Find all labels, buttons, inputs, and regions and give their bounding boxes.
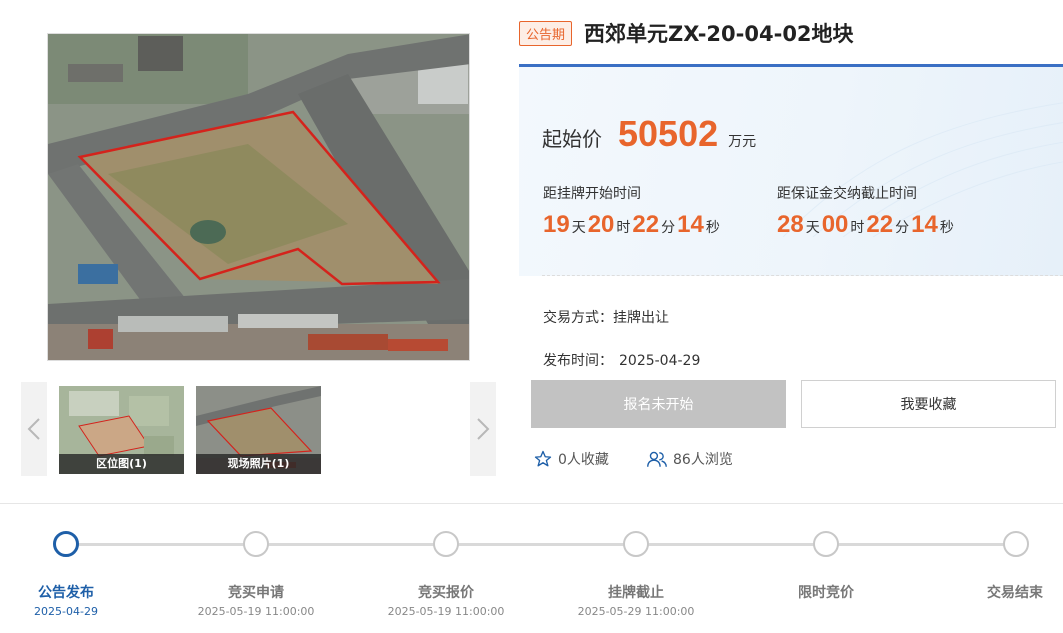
thumbnail-location-map[interactable]: 区位图(1) (59, 386, 184, 474)
price-unit: 万元 (728, 134, 757, 150)
price-value: 50502 (618, 113, 719, 154)
unit-hour: 时 (616, 220, 631, 236)
trade-method: 交易方式：挂牌出让 (543, 307, 669, 327)
unit-second: 秒 (705, 220, 720, 236)
countdown-minutes: 22 (632, 211, 660, 238)
favorites-text: 0人收藏 (558, 452, 609, 468)
unit-day: 天 (805, 220, 820, 236)
progress-track (66, 543, 1016, 546)
views-count: 86人浏览 (647, 449, 733, 469)
step-date: 2025-04-29 (34, 605, 98, 618)
price-label: 起始价 (542, 127, 602, 151)
countdown-listing-label: 距挂牌开始时间 (543, 186, 641, 202)
status-badge: 公告期 (519, 20, 573, 46)
step-date: 2025-05-19 11:00:00 (387, 605, 505, 618)
lot-header: 公告期 西郊单元ZX-20-04-02地块 (519, 18, 854, 48)
countdown-seconds: 14 (677, 211, 704, 238)
step-dot (433, 531, 459, 557)
step-label: 公告发布 (38, 585, 94, 601)
step-label: 交易结束 (987, 585, 1043, 601)
section-divider (0, 503, 1063, 504)
unit-minute: 分 (661, 220, 676, 236)
countdown-deposit: 28 天 00 时 22 分 14 秒 (777, 211, 956, 239)
thumbnail-caption: 区位图(1) (59, 454, 184, 474)
step-dot (623, 531, 649, 557)
views-text: 86人浏览 (673, 452, 733, 468)
add-favorite-button[interactable]: 我要收藏 (801, 380, 1056, 428)
countdown-hours: 20 (587, 211, 615, 238)
chevron-left-icon (27, 418, 40, 440)
step-dot (813, 531, 839, 557)
unit-day: 天 (571, 220, 586, 236)
starting-price: 起始价 50502 万元 (542, 113, 756, 155)
publish-time-label: 发布时间： (543, 353, 613, 369)
countdown-days: 28 (777, 211, 804, 238)
countdown-days: 19 (543, 211, 570, 238)
publish-time-value: 2025-04-29 (619, 353, 701, 369)
star-icon (534, 450, 552, 467)
chevron-right-icon (477, 418, 490, 440)
unit-second: 秒 (939, 220, 954, 236)
thumbnail-site-photo[interactable]: 现场照片(1) (196, 386, 321, 474)
gallery-prev-button[interactable] (21, 382, 47, 476)
countdown-deposit-label: 距保证金交纳截止时间 (777, 186, 917, 202)
step-label: 限时竞价 (798, 585, 854, 601)
signup-button[interactable]: 报名未开始 (531, 380, 786, 428)
step-label: 竞买申请 (228, 585, 284, 601)
page-title: 西郊单元ZX-20-04-02地块 (584, 22, 854, 46)
publish-time: 发布时间： 2025-04-29 (543, 350, 700, 370)
trade-method-label: 交易方式： (543, 310, 613, 326)
step-dot (243, 531, 269, 557)
step-date: 2025-05-29 11:00:00 (577, 605, 695, 618)
step-date: 2025-05-19 11:00:00 (197, 605, 315, 618)
main-aerial-photo[interactable] (47, 33, 470, 361)
divider (542, 275, 1063, 276)
trade-method-value: 挂牌出让 (613, 310, 669, 326)
countdown-seconds: 14 (911, 211, 938, 238)
step-dot (53, 531, 79, 557)
countdown-hours: 00 (821, 211, 849, 238)
step-dot (1003, 531, 1029, 557)
unit-minute: 分 (895, 220, 910, 236)
countdown-minutes: 22 (866, 211, 894, 238)
unit-hour: 时 (850, 220, 865, 236)
thumbnail-caption: 现场照片(1) (196, 454, 321, 474)
favorites-count[interactable]: 0人收藏 (534, 449, 609, 469)
countdown-listing: 19 天 20 时 22 分 14 秒 (543, 211, 722, 239)
price-panel: 起始价 50502 万元 距挂牌开始时间 19 天 20 时 22 分 14 秒… (519, 64, 1063, 276)
step-label: 挂牌截止 (608, 585, 664, 601)
users-icon (647, 451, 667, 467)
step-label: 竞买报价 (418, 585, 474, 601)
gallery-next-button[interactable] (470, 382, 496, 476)
